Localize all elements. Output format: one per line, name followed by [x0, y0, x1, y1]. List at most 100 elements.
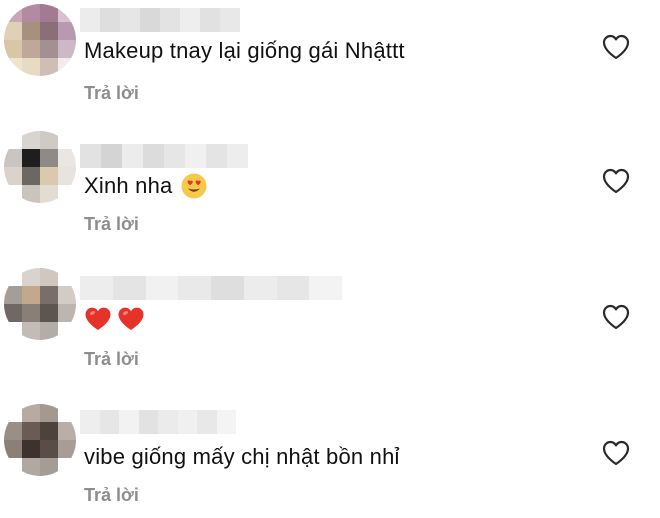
- avatar[interactable]: [4, 268, 76, 340]
- username-pixel: [80, 410, 100, 434]
- username-pixel: [140, 8, 160, 32]
- avatar-pixel: [58, 286, 76, 304]
- avatar-pixel: [40, 149, 58, 167]
- avatar-pixel: [22, 304, 40, 322]
- comment-text-content: Xinh nha: [84, 173, 173, 198]
- username-pixel: [112, 276, 146, 300]
- username-blurred[interactable]: [80, 276, 342, 300]
- avatar-pixel: [58, 4, 76, 22]
- avatar-pixel: [4, 322, 22, 340]
- username-pixel: [200, 8, 220, 32]
- comment-text: Makeup tnay lại giống gái Nhậttt: [84, 38, 405, 64]
- username-pixel: [119, 410, 139, 434]
- avatar-pixel: [40, 4, 58, 22]
- avatar[interactable]: [4, 4, 76, 76]
- username-pixel: [197, 410, 217, 434]
- reply-button[interactable]: Trả lời: [84, 349, 139, 370]
- username-pixel: [164, 144, 185, 168]
- avatar-pixel: [58, 40, 76, 58]
- avatar-pixel: [58, 185, 76, 203]
- avatar-pixel: [4, 185, 22, 203]
- avatar-pixel: [4, 131, 22, 149]
- avatar-pixel: [58, 404, 76, 422]
- avatar-pixel: [22, 422, 40, 440]
- comment-text-content: vibe giống mấy chị nhật bồn nhỉ: [84, 444, 400, 469]
- username-blurred[interactable]: [80, 144, 248, 168]
- avatar-pixel: [4, 268, 22, 286]
- avatar-pixel: [40, 440, 58, 458]
- avatar-pixel: [22, 458, 40, 476]
- username-pixel: [180, 8, 200, 32]
- avatar-pixel: [22, 58, 40, 76]
- reply-button[interactable]: Trả lời: [84, 485, 139, 506]
- comment-text-content: Makeup tnay lại giống gái Nhậttt: [84, 38, 405, 63]
- avatar[interactable]: [4, 131, 76, 203]
- comment-text: Xinh nha: [84, 172, 208, 200]
- like-heart-icon[interactable]: [602, 440, 630, 466]
- avatar-pixel: [58, 458, 76, 476]
- avatar-pixel: [40, 458, 58, 476]
- username-pixel: [80, 276, 113, 300]
- avatar-pixel: [58, 167, 76, 185]
- avatar-pixel: [58, 440, 76, 458]
- avatar-pixel: [40, 268, 58, 286]
- username-blurred[interactable]: [80, 8, 240, 32]
- avatar-pixel: [22, 40, 40, 58]
- avatar-pixel: [4, 167, 22, 185]
- avatar-pixel: [4, 440, 22, 458]
- avatar-pixel: [22, 440, 40, 458]
- username-pixel: [178, 276, 211, 300]
- avatar-pixel: [40, 58, 58, 76]
- username-pixel: [143, 144, 164, 168]
- username-pixel: [80, 8, 100, 32]
- username-pixel: [276, 276, 310, 300]
- username-pixel: [177, 410, 197, 434]
- avatar-pixel: [58, 149, 76, 167]
- username-pixel: [220, 8, 240, 32]
- username-pixel: [185, 144, 206, 168]
- avatar-pixel: [58, 131, 76, 149]
- avatar-pixel: [22, 185, 40, 203]
- reply-button[interactable]: Trả lời: [84, 214, 139, 235]
- username-pixel: [206, 144, 227, 168]
- like-heart-icon[interactable]: [602, 168, 630, 194]
- avatar-pixel: [40, 22, 58, 40]
- avatar-pixel: [58, 322, 76, 340]
- avatar-pixel: [4, 58, 22, 76]
- username-blurred[interactable]: [80, 410, 236, 434]
- avatar-pixel: [40, 322, 58, 340]
- username-pixel: [160, 8, 180, 32]
- username-pixel: [227, 144, 248, 168]
- red-heart-emoji-icon: [118, 307, 144, 330]
- avatar-pixel: [4, 422, 22, 440]
- comment-text: vibe giống mấy chị nhật bồn nhỉ: [84, 444, 400, 470]
- reply-button[interactable]: Trả lời: [84, 83, 139, 104]
- username-pixel: [211, 276, 244, 300]
- avatar-pixel: [4, 304, 22, 322]
- avatar-pixel: [40, 286, 58, 304]
- avatar-pixel: [40, 185, 58, 203]
- username-pixel: [122, 144, 143, 168]
- heart-eyes-emoji-icon: [181, 173, 207, 199]
- avatar-pixel: [22, 22, 40, 40]
- username-pixel: [145, 276, 179, 300]
- avatar-pixel: [40, 422, 58, 440]
- avatar-pixel: [4, 458, 22, 476]
- avatar-pixel: [58, 58, 76, 76]
- avatar-pixel: [4, 40, 22, 58]
- avatar-pixel: [22, 167, 40, 185]
- avatar-pixel: [4, 149, 22, 167]
- username-pixel: [216, 410, 236, 434]
- like-heart-icon[interactable]: [602, 34, 630, 60]
- avatar-pixel: [40, 304, 58, 322]
- avatar-pixel: [40, 404, 58, 422]
- avatar-pixel: [58, 304, 76, 322]
- avatar-pixel: [40, 167, 58, 185]
- like-heart-icon[interactable]: [602, 304, 630, 330]
- avatar-pixel: [4, 22, 22, 40]
- avatar[interactable]: [4, 404, 76, 476]
- avatar-pixel: [22, 4, 40, 22]
- username-pixel: [309, 276, 342, 300]
- avatar-pixel: [22, 286, 40, 304]
- avatar-pixel: [58, 268, 76, 286]
